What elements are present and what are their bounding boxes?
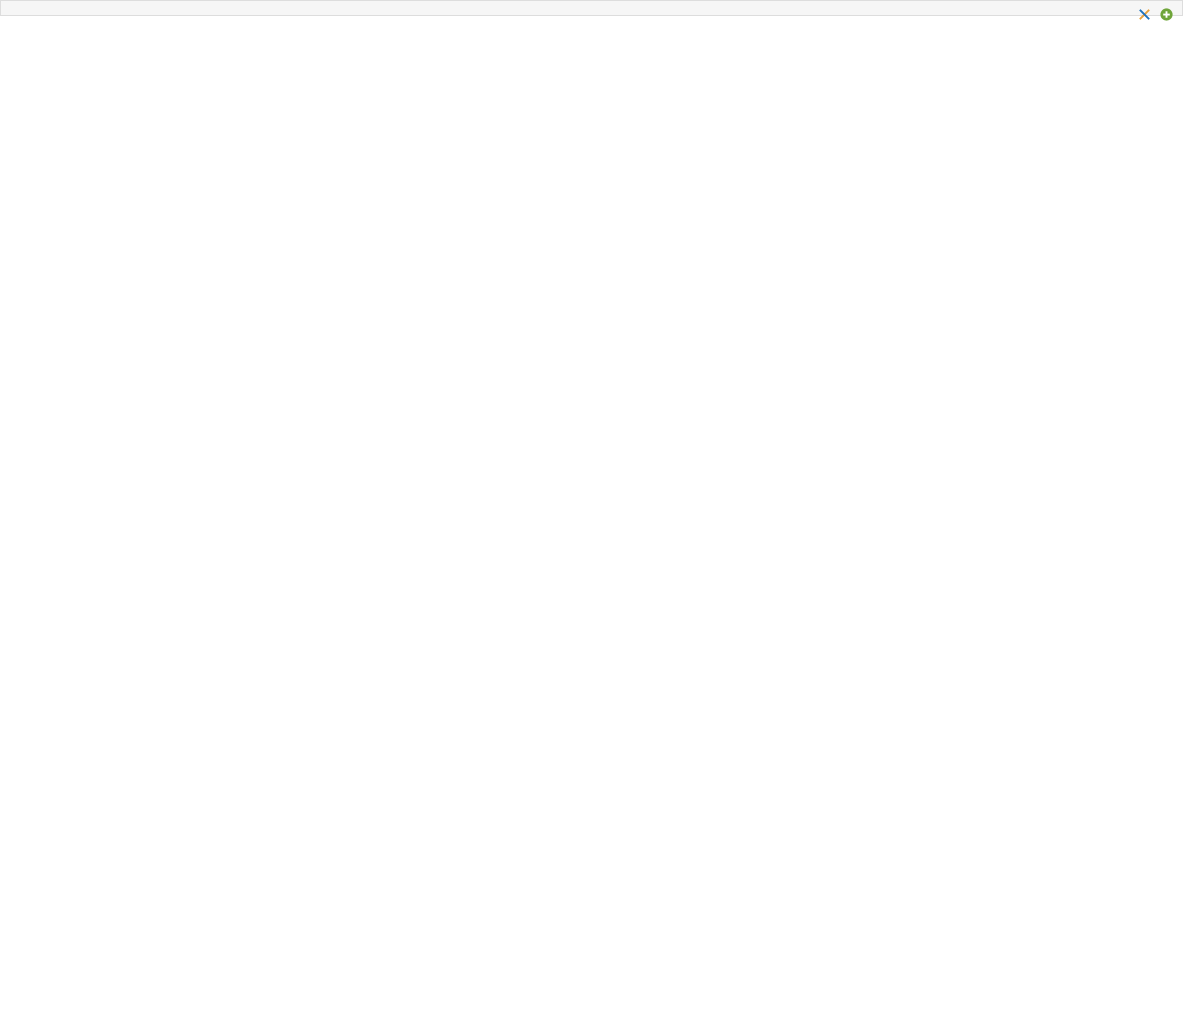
add-circle-icon[interactable] [1159,7,1174,22]
form-header [0,0,1183,16]
header-actions [1134,5,1174,22]
settings-icon[interactable] [1137,7,1152,22]
